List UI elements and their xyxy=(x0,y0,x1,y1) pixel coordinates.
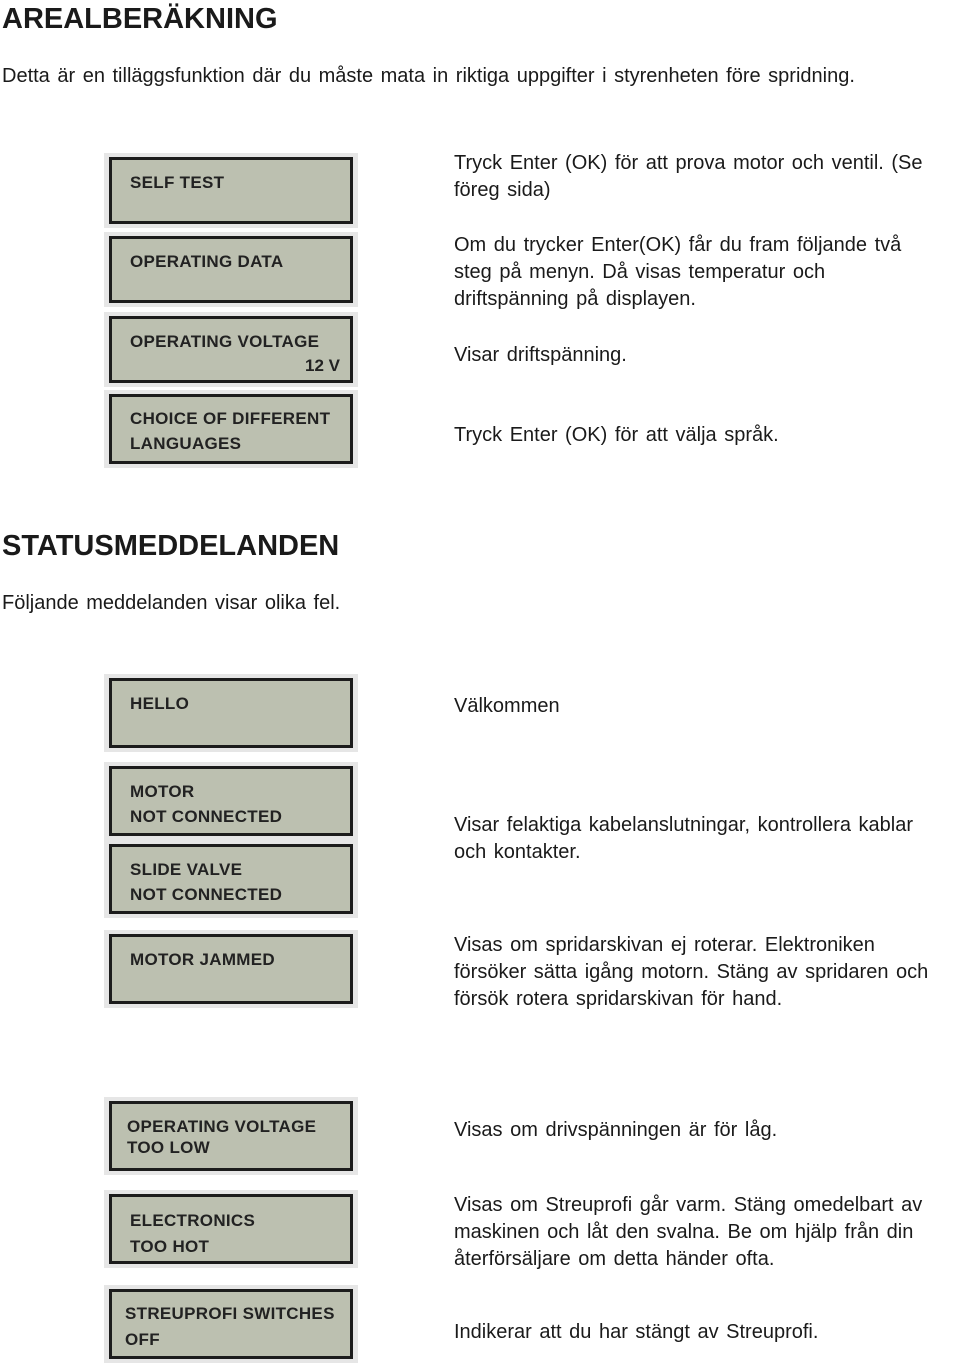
desc-voltage-too-low: Visas om drivspänningen är för låg. xyxy=(454,1119,778,1141)
lcd-display-voltage-too-low: OPERATING VOLTAGE TOO LOW xyxy=(104,1097,358,1175)
lcd-line: ELECTRONICS xyxy=(130,1211,256,1230)
lcd-display-self-test: SELF TEST xyxy=(104,153,358,228)
lcd-line: TOO HOT xyxy=(130,1237,210,1256)
lcd-line: OFF xyxy=(125,1330,160,1349)
lcd-line: NOT CONNECTED xyxy=(130,885,283,904)
desc-languages: Tryck Enter (OK) för att välja språk. xyxy=(454,424,779,446)
lcd-line: OPERATING DATA xyxy=(130,252,284,271)
area-intro-text: Detta är en tilläggsfunktion där du måst… xyxy=(2,65,855,87)
lcd-display-slide-valve-not-connected: SLIDE VALVE NOT CONNECTED xyxy=(104,840,358,918)
lcd-line: HELLO xyxy=(130,694,190,713)
lcd-display-electronics-too-hot: ELECTRONICS TOO HOT xyxy=(104,1190,358,1268)
lcd-line: SELF TEST xyxy=(130,173,225,192)
desc-motor-jammed: Visas om spridarskivan ej roterar. Elekt… xyxy=(454,934,929,1010)
desc-self-test: Tryck Enter (OK) för att prova motor och… xyxy=(454,152,923,201)
lcd-display-motor-jammed: MOTOR JAMMED xyxy=(104,930,358,1008)
lcd-line: MOTOR JAMMED xyxy=(130,950,275,969)
lcd-display-hello: HELLO xyxy=(104,674,358,752)
lcd-display-switches-off: STREUPROFI SWITCHES OFF xyxy=(104,1285,358,1363)
lcd-line: SLIDE VALVE xyxy=(130,860,243,879)
section-title-area: AREALBERÄKNING xyxy=(2,3,278,35)
lcd-line: STREUPROFI SWITCHES xyxy=(125,1304,335,1323)
desc-switches-off: Indikerar att du har stängt av Streuprof… xyxy=(454,1321,819,1343)
lcd-display-motor-not-connected: MOTOR NOT CONNECTED xyxy=(104,762,358,840)
voltage-value: 12 V xyxy=(305,356,340,375)
lcd-display-operating-voltage: OPERATING VOLTAGE 12 V xyxy=(104,312,358,387)
status-intro-text: Följande meddelanden visar olika fel. xyxy=(2,592,341,614)
lcd-line: CHOICE OF DIFFERENT xyxy=(130,409,331,428)
lcd-line: TOO LOW xyxy=(127,1138,210,1157)
desc-operating-data: Om du trycker Enter(OK) får du fram följ… xyxy=(454,234,902,310)
desc-too-hot: Visas om Streuprofi går varm. Stäng omed… xyxy=(454,1194,923,1270)
lcd-display-operating-data: OPERATING DATA xyxy=(104,232,358,307)
desc-not-connected: Visar felaktiga kabelanslutningar, kontr… xyxy=(454,814,914,863)
lcd-line: MOTOR xyxy=(130,782,195,801)
lcd-line: NOT CONNECTED xyxy=(130,807,283,826)
desc-operating-voltage: Visar driftspänning. xyxy=(454,344,627,366)
section-title-status: STATUSMEDDELANDEN xyxy=(2,530,340,562)
desc-hello: Välkommen xyxy=(454,695,560,717)
lcd-line: LANGUAGES xyxy=(130,434,242,453)
lcd-line: OPERATING VOLTAGE xyxy=(130,332,320,351)
lcd-display-languages: CHOICE OF DIFFERENT LANGUAGES xyxy=(104,390,358,468)
lcd-line: OPERATING VOLTAGE xyxy=(127,1117,317,1136)
